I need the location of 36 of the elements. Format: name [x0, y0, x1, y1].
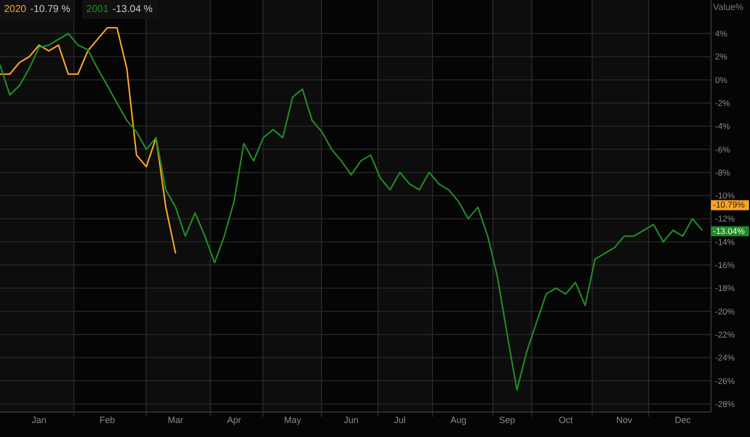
- y-tick-label: -28%: [715, 398, 735, 409]
- last-value-badge: -10.79%: [711, 200, 749, 210]
- y-tick-label: -20%: [715, 306, 735, 316]
- y-tick-label: -16%: [715, 260, 735, 270]
- last-value-badge: -13.04%: [711, 226, 749, 236]
- x-tick-label: Nov: [616, 415, 632, 425]
- y-axis-title: Value%: [713, 2, 744, 12]
- y-tick-label: -24%: [715, 352, 735, 363]
- x-tick-label: Sep: [499, 415, 516, 425]
- x-tick-label: Aug: [450, 415, 466, 425]
- y-tick-label: -10%: [715, 190, 735, 201]
- y-tick-label: 0%: [715, 74, 728, 85]
- x-tick-label: Mar: [168, 415, 184, 425]
- x-tick-label: Feb: [100, 415, 116, 425]
- y-tick-label: 2%: [715, 52, 728, 62]
- y-tick-label: -14%: [715, 236, 735, 247]
- x-tick-label: Jan: [32, 415, 46, 425]
- x-tick-label: Oct: [558, 415, 573, 425]
- x-tick-label: Dec: [674, 415, 691, 425]
- y-tick-label: 4%: [715, 28, 728, 39]
- y-tick-label: -6%: [715, 144, 730, 154]
- y-tick-label: -2%: [715, 98, 730, 108]
- y-tick-label: -8%: [715, 167, 730, 178]
- x-tick-label: Jun: [344, 415, 358, 425]
- x-tick-label: Apr: [227, 415, 242, 425]
- legend-value: -10.79 %: [30, 3, 70, 17]
- y-tick-label: -12%: [715, 214, 735, 224]
- legend-series-name: 2001: [86, 3, 109, 17]
- y-tick-label: -4%: [715, 121, 730, 132]
- y-tick-label: -22%: [715, 329, 735, 340]
- x-tick-label: Jul: [394, 415, 406, 425]
- legend-value: -13.04 %: [112, 3, 153, 17]
- legend-series-name: 2020: [4, 3, 26, 17]
- y-tick-label: -18%: [715, 283, 735, 294]
- y-tick-label: -26%: [715, 376, 735, 386]
- x-tick-label: May: [284, 415, 302, 425]
